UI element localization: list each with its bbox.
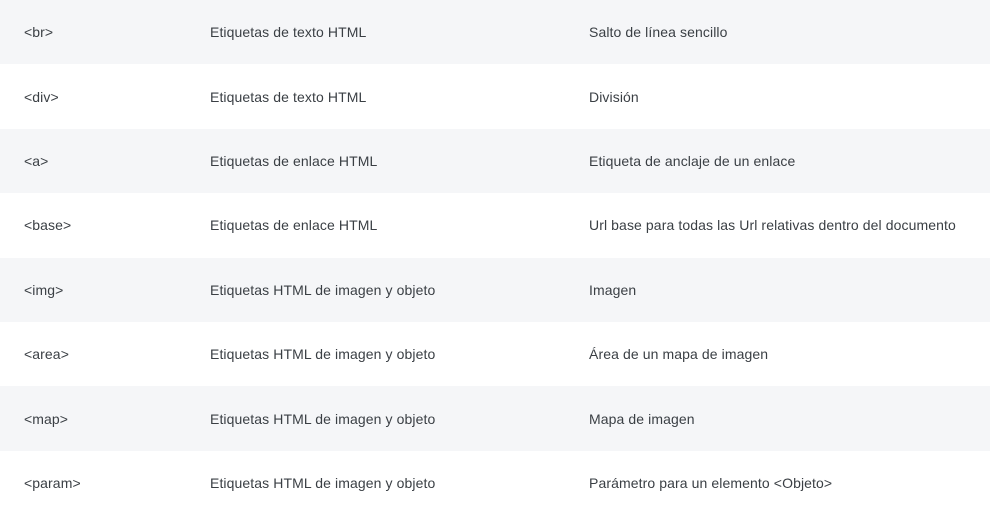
tag-cell: <area> [24,346,69,363]
description-cell: Etiqueta de anclaje de un enlace [589,152,796,169]
category-cell: Etiquetas de enlace HTML [210,217,378,234]
table-row: <br> Etiquetas de texto HTML Salto de lí… [0,0,990,65]
category-cell: Etiquetas HTML de imagen y objeto [210,410,436,427]
table-row: <param> Etiquetas HTML de imagen y objet… [0,450,990,509]
description-cell: Url base para todas las Url relativas de… [589,217,956,234]
category-cell: Etiquetas HTML de imagen y objeto [210,281,436,298]
tag-cell: <br> [24,24,54,41]
description-cell: Parámetro para un elemento <Objeto> [589,474,833,491]
description-cell: Área de un mapa de imagen [589,346,769,363]
description-cell: División [589,88,639,105]
tag-cell: <img> [24,281,64,298]
category-cell: Etiquetas de texto HTML [210,88,367,105]
tag-cell: <param> [24,474,81,491]
category-cell: Etiquetas de texto HTML [210,24,367,41]
tag-cell: <base> [24,217,72,234]
description-cell: Mapa de imagen [589,410,695,427]
description-cell: Imagen [589,281,637,298]
category-cell: Etiquetas HTML de imagen y objeto [210,474,436,491]
table-row: <a> Etiquetas de enlace HTML Etiqueta de… [0,128,990,194]
table-row: <area> Etiquetas HTML de imagen y objeto… [0,321,990,387]
tag-cell: <div> [24,88,59,105]
tag-cell: <a> [24,152,49,169]
table-row: <img> Etiquetas HTML de imagen y objeto … [0,257,990,322]
tag-cell: <map> [24,410,69,427]
table-row: <div> Etiquetas de texto HTML División [0,64,990,129]
category-cell: Etiquetas de enlace HTML [210,152,378,169]
table-row: <map> Etiquetas HTML de imagen y objeto … [0,386,990,451]
table-row: <base> Etiquetas de enlace HTML Url base… [0,193,990,258]
description-cell: Salto de línea sencillo [589,24,728,41]
category-cell: Etiquetas HTML de imagen y objeto [210,346,436,363]
html-tags-table: <br> Etiquetas de texto HTML Salto de lí… [0,0,990,509]
